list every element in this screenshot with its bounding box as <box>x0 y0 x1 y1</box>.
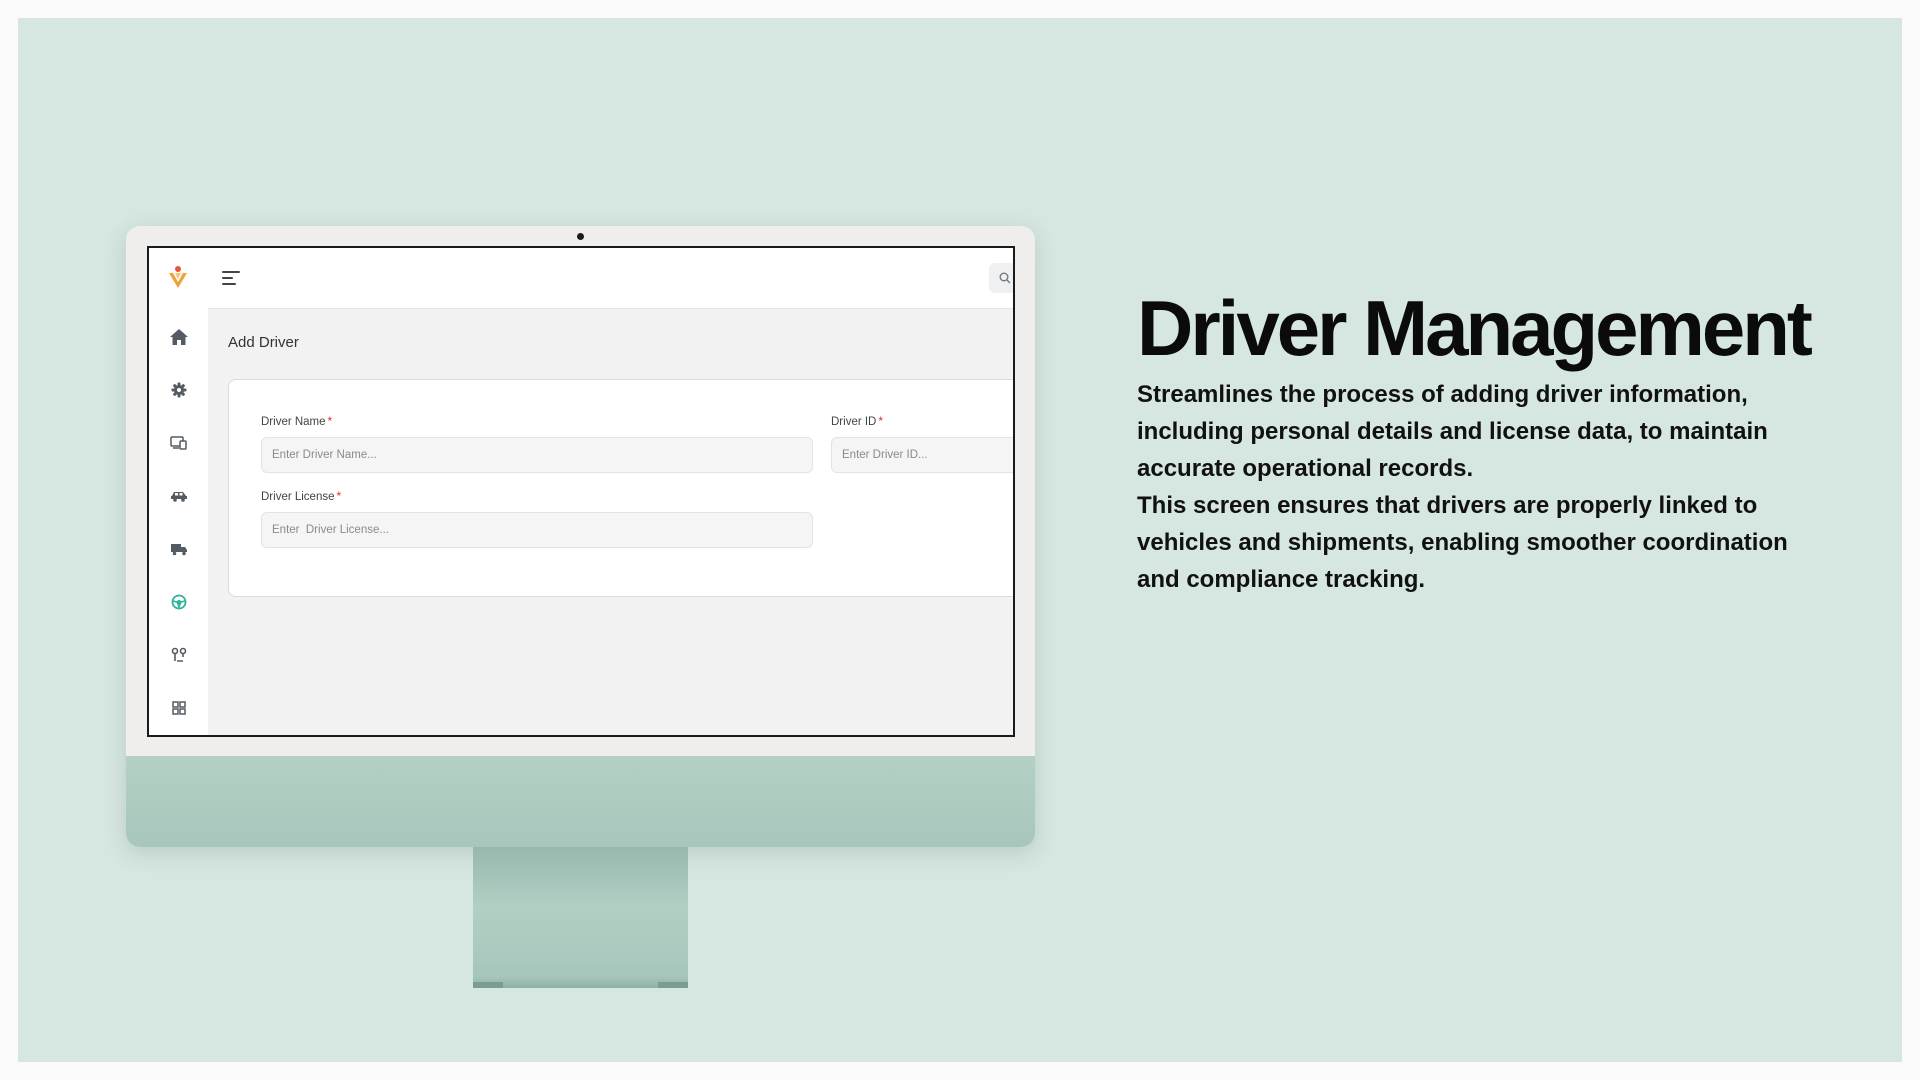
page-title: Add Driver <box>228 334 299 351</box>
grid-icon <box>171 701 186 715</box>
sidebar-item-drivers[interactable] <box>149 586 208 618</box>
sidebar-item-home[interactable] <box>149 321 208 353</box>
headline: Driver Management <box>1137 284 1813 372</box>
sidebar-item-dashboard[interactable] <box>149 692 208 724</box>
sidebar-item-settings[interactable] <box>149 374 208 406</box>
imac-monitor: Add Driver Driver Name* Driver ID* Drive… <box>126 226 1035 847</box>
car-icon <box>170 492 187 502</box>
sidebar-item-devices[interactable] <box>149 427 208 459</box>
camera-dot <box>577 233 584 240</box>
required-mark: * <box>878 414 884 428</box>
gear-icon <box>171 382 186 398</box>
home-icon <box>169 329 188 345</box>
search-icon <box>999 272 1011 284</box>
driver-name-input[interactable] <box>261 437 813 473</box>
monitor-stand-foot <box>473 976 688 988</box>
hamburger-menu-icon[interactable] <box>222 271 240 285</box>
description-text: Streamlines the process of adding driver… <box>1137 381 1788 593</box>
devices-icon <box>169 436 187 450</box>
search-button[interactable] <box>989 263 1013 293</box>
sidebar-item-vehicles[interactable] <box>149 480 208 512</box>
sidebar-item-trucks[interactable] <box>149 533 208 565</box>
app-screen: Add Driver Driver Name* Driver ID* Drive… <box>147 246 1015 737</box>
slide-background: Add Driver Driver Name* Driver ID* Drive… <box>18 18 1902 1062</box>
steering-wheel-icon <box>171 594 186 610</box>
add-driver-form: Driver Name* Driver ID* Driver License* <box>228 379 1013 597</box>
driver-license-input[interactable] <box>261 512 813 548</box>
route-icon <box>171 647 186 662</box>
v-logo-icon[interactable] <box>167 265 189 291</box>
monitor-stand <box>473 847 688 980</box>
monitor-bezel: Add Driver Driver Name* Driver ID* Drive… <box>126 226 1035 756</box>
required-mark: * <box>336 489 342 503</box>
truck-icon <box>170 544 187 556</box>
sidebar-item-routes[interactable] <box>149 639 208 671</box>
driver-id-input[interactable] <box>831 437 1013 473</box>
monitor-chin <box>126 756 1035 847</box>
driver-name-label: Driver Name * <box>261 414 333 428</box>
required-mark: * <box>327 414 333 428</box>
app-topbar <box>149 248 1013 309</box>
driver-id-label: Driver ID * <box>831 414 884 428</box>
sidebar <box>149 308 208 735</box>
driver-license-label: Driver License * <box>261 489 342 503</box>
